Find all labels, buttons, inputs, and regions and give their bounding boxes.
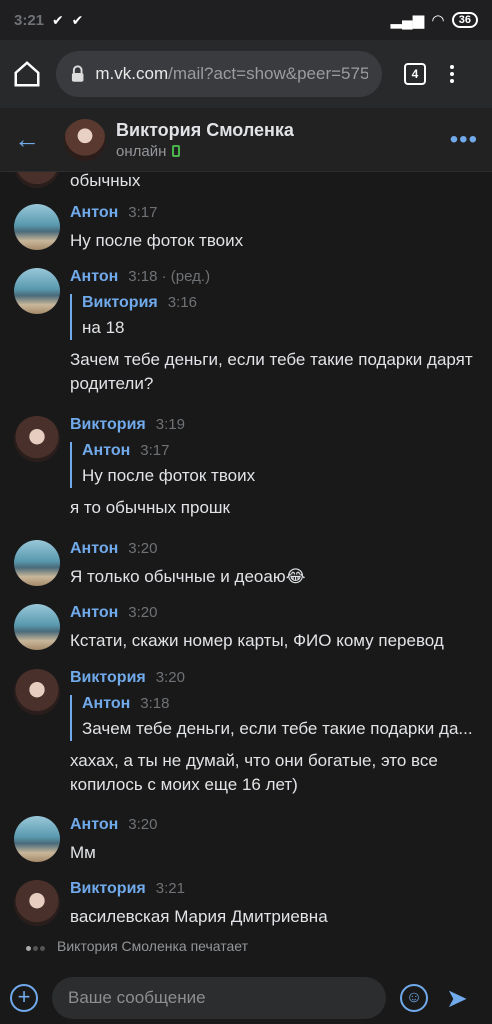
message-text: Ну после фоток твоих xyxy=(70,231,244,250)
signal-icon: ▂▄▆ xyxy=(390,12,425,29)
message-time: 3:21 xyxy=(155,880,185,897)
reply-time: 3:16 xyxy=(167,294,197,311)
message-time: 3:18 · (ред.) xyxy=(128,268,211,285)
browser-menu-icon[interactable] xyxy=(450,65,454,83)
reply-text: Ну после фоток твоих xyxy=(82,466,256,485)
message-text: обычных xyxy=(70,172,141,190)
message-input[interactable] xyxy=(52,977,386,1019)
typing-text: Виктория Смоленка печатает xyxy=(57,938,249,954)
more-icon[interactable]: ••• xyxy=(450,126,478,154)
message-composer: + ☺ ➤ xyxy=(0,972,492,1024)
battery-icon: 36 xyxy=(451,12,478,28)
message-time: 3:20 xyxy=(128,604,158,621)
message-text: Кстати, скажи номер карты, ФИО кому пере… xyxy=(70,631,444,650)
avatar[interactable] xyxy=(14,816,60,862)
message-text: Зачем тебе деньги, если тебе такие подар… xyxy=(70,350,473,393)
tabs-button[interactable]: 4 xyxy=(404,63,426,85)
avatar[interactable] xyxy=(14,268,60,314)
reply-quote[interactable]: Антон 3:18 Зачем тебе деньги, если тебе т… xyxy=(70,695,480,741)
attach-plus-icon[interactable]: + xyxy=(10,984,38,1012)
message-author[interactable]: Антон xyxy=(70,204,118,222)
avatar[interactable] xyxy=(14,172,60,188)
avatar[interactable] xyxy=(14,669,60,715)
lock-icon xyxy=(71,65,84,82)
reply-quote[interactable]: Антон 3:17 Ну после фоток твоих xyxy=(70,442,480,488)
avatar[interactable] xyxy=(14,880,60,926)
avatar[interactable] xyxy=(64,118,106,161)
reply-author: Виктория xyxy=(82,294,158,311)
message-text: Я только обычные и деоаю😂 xyxy=(70,567,306,586)
chat-title[interactable]: Виктория Смоленка онлайн xyxy=(116,120,294,160)
avatar[interactable] xyxy=(14,416,60,462)
status-bar: 3:21 ✔ ✔ ▂▄▆ ◠ 36 xyxy=(0,0,492,40)
reply-time: 3:17 xyxy=(140,442,170,459)
back-arrow-icon[interactable]: ← xyxy=(14,124,54,155)
message-author[interactable]: Антон xyxy=(70,540,118,558)
message-time: 3:20 xyxy=(128,816,158,833)
message-time: 3:20 xyxy=(155,669,185,686)
reply-quote[interactable]: Виктория 3:16 на 18 xyxy=(70,294,480,340)
message-author[interactable]: Антон xyxy=(70,604,118,622)
typing-dots-icon xyxy=(26,938,47,954)
message-list: обычных Антон 3:17 Ну после фоток твоих А… xyxy=(0,172,492,934)
avatar[interactable] xyxy=(14,604,60,650)
message-time: 3:19 xyxy=(155,416,185,433)
mobile-icon xyxy=(172,145,181,157)
typing-indicator: Виктория Смоленка печатает xyxy=(26,938,248,954)
message-text: хахах, а ты не думай, что они богатые, э… xyxy=(70,751,438,794)
message-author[interactable]: Виктория xyxy=(70,880,146,898)
contact-name: Виктория Смоленка xyxy=(116,119,294,140)
message-author[interactable]: Антон xyxy=(70,816,118,834)
reply-text: Зачем тебе деньги, если тебе такие подар… xyxy=(82,719,473,738)
avatar[interactable] xyxy=(14,204,60,250)
reply-time: 3:18 xyxy=(140,695,170,712)
message-author[interactable]: Антон xyxy=(70,268,118,286)
message-text: Мм xyxy=(70,843,96,862)
avatar[interactable] xyxy=(14,540,60,586)
message-time: 3:17 xyxy=(128,204,158,221)
reply-author: Антон xyxy=(82,695,131,712)
browser-toolbar: m.vk.com/mail?act=show&peer=5752 4 xyxy=(0,40,492,108)
message-author[interactable]: Виктория xyxy=(70,669,146,687)
message-time: 3:20 xyxy=(128,540,158,557)
home-icon[interactable] xyxy=(12,59,42,89)
reply-author: Антон xyxy=(82,442,131,459)
emoji-icon[interactable]: ☺ xyxy=(400,984,428,1012)
reply-text: на 18 xyxy=(82,318,125,337)
url-bar[interactable]: m.vk.com/mail?act=show&peer=5752 xyxy=(56,51,382,97)
message-author[interactable]: Виктория xyxy=(70,416,146,434)
notification-icons: ✔ ✔ xyxy=(52,11,86,28)
online-status: онлайн xyxy=(116,143,294,160)
clock: 3:21 xyxy=(14,11,45,29)
wifi-icon: ◠ xyxy=(432,12,444,29)
message-text: василевская Мария Дмитриевна xyxy=(70,907,328,926)
url-text: m.vk.com/mail?act=show&peer=5752 xyxy=(95,64,368,83)
send-icon[interactable]: ➤ xyxy=(446,983,468,1014)
message-text: я то обычных прошк xyxy=(70,498,230,517)
chat-header: ← Виктория Смоленка онлайн ••• xyxy=(0,108,492,172)
